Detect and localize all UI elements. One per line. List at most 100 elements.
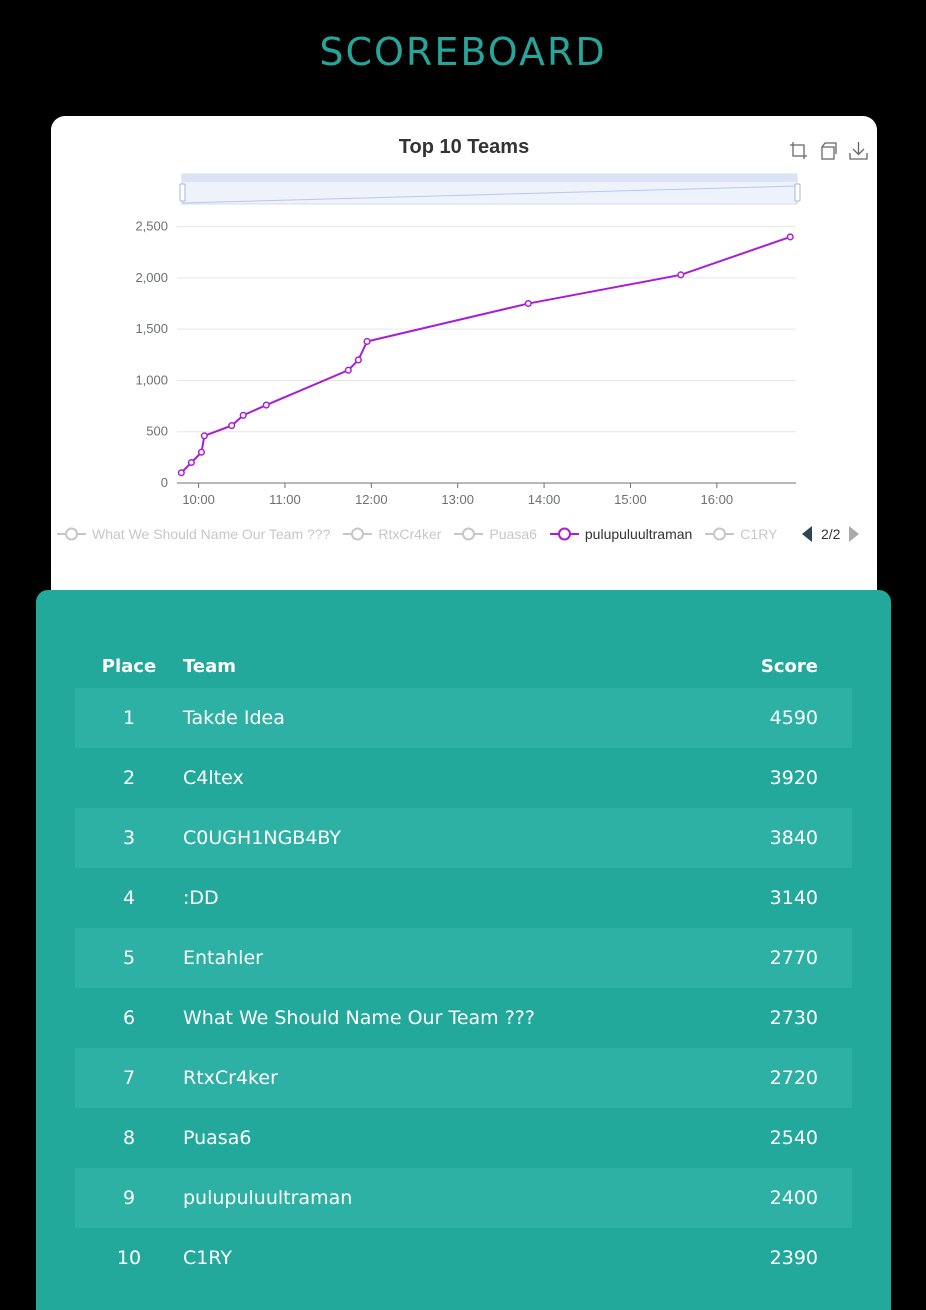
legend-pager: 2/2 bbox=[801, 522, 860, 546]
legend-item-pulupuluultraman[interactable]: pulupuluultraman bbox=[549, 526, 693, 542]
data-point bbox=[354, 356, 362, 364]
place-cell: 9 bbox=[122, 1187, 136, 1209]
score-cell: 2540 bbox=[769, 1127, 818, 1149]
score-cell: 2400 bbox=[769, 1187, 818, 1209]
pager-next-icon[interactable] bbox=[848, 525, 860, 543]
legend-item-what-we-should-name-our-team[interactable]: What We Should Name Our Team ??? bbox=[57, 526, 330, 542]
chart-legend: What We Should Name Our Team ??? RtxCr4k… bbox=[57, 522, 790, 546]
table-row: 3 C0UGH1NGB4BY 3840 bbox=[75, 808, 852, 868]
data-point bbox=[187, 458, 195, 467]
x-tick-label: 10:00 bbox=[182, 492, 215, 507]
legend-label: What We Should Name Our Team ??? bbox=[92, 526, 331, 542]
legend-label: pulupuluultraman bbox=[584, 526, 693, 542]
table-row: 10 C1RY 2390 bbox=[75, 1228, 852, 1288]
download-icon[interactable] bbox=[848, 140, 869, 161]
legend-label: Puasa6 bbox=[489, 526, 537, 542]
score-cell: 2770 bbox=[769, 947, 818, 969]
column-header-place: Place bbox=[101, 655, 157, 677]
legend-page-indicator: 2/2 bbox=[821, 526, 841, 542]
place-cell: 8 bbox=[122, 1127, 136, 1149]
x-tick-label: 12:00 bbox=[355, 492, 388, 507]
datazoom-left-handle bbox=[179, 183, 186, 202]
scoreboard-table: Place Team Score 1 Takde Idea 4590 2 C4ltex… bbox=[75, 644, 852, 1288]
place-cell: 1 bbox=[122, 707, 136, 729]
column-header-team: Team bbox=[183, 655, 236, 677]
table-row: 5 Entahler 2770 bbox=[75, 928, 852, 988]
legend-circle-icon bbox=[343, 527, 373, 541]
data-point bbox=[786, 233, 794, 241]
team-cell: RtxCr4ker bbox=[183, 1067, 278, 1089]
y-tick-label: 1,500 bbox=[135, 321, 168, 336]
x-tick-label: 15:00 bbox=[614, 492, 647, 507]
score-cell: 3920 bbox=[769, 767, 818, 789]
place-cell: 4 bbox=[122, 887, 136, 909]
data-point bbox=[197, 448, 206, 456]
team-cell: C0UGH1NGB4BY bbox=[183, 827, 342, 849]
team-cell: What We Should Name Our Team ??? bbox=[183, 1007, 535, 1029]
table-row: 9 pulupuluultraman 2400 bbox=[75, 1168, 852, 1228]
scoreboard-panel: Place Team Score 1 Takde Idea 4590 2 C4ltex… bbox=[36, 590, 891, 1310]
chart-toolbox bbox=[788, 140, 869, 161]
pager-prev-icon[interactable] bbox=[801, 525, 813, 543]
chart-card: 0 500 1,000 1,500 2,000 2,500 10:00 11:00 12:00 1… bbox=[51, 116, 877, 596]
data-point bbox=[262, 401, 270, 409]
team-cell: Puasa6 bbox=[183, 1127, 252, 1149]
legend-item-puasa6[interactable]: Puasa6 bbox=[454, 526, 537, 542]
y-tick-label: 1,000 bbox=[135, 372, 168, 387]
table-row: 7 RtxCr4ker 2720 bbox=[75, 1048, 852, 1108]
table-row: 1 Takde Idea 4590 bbox=[75, 688, 852, 748]
legend-circle-icon bbox=[57, 527, 86, 541]
reset-zoom-icon[interactable] bbox=[818, 140, 839, 161]
place-cell: 7 bbox=[122, 1067, 136, 1089]
datazoom-handle-bar bbox=[182, 174, 797, 182]
x-tick-label: 13:00 bbox=[441, 492, 474, 507]
score-cell: 4590 bbox=[769, 707, 818, 729]
team-cell: C1RY bbox=[183, 1247, 232, 1269]
y-tick-label: 2,500 bbox=[135, 219, 168, 234]
legend-item-rtxcr4ker[interactable]: RtxCr4ker bbox=[343, 526, 441, 542]
place-cell: 5 bbox=[122, 947, 136, 969]
datazoom-right-handle bbox=[794, 183, 801, 202]
data-point bbox=[677, 271, 685, 279]
table-row: 6 What We Should Name Our Team ??? 2730 bbox=[75, 988, 852, 1048]
line-chart: 0 500 1,000 1,500 2,000 2,500 10:00 11:00 12:00 1… bbox=[135, 173, 801, 507]
x-tick-label: 11:00 bbox=[269, 492, 301, 507]
x-tick-label: 16:00 bbox=[701, 492, 734, 507]
place-cell: 2 bbox=[122, 767, 136, 789]
score-cell: 2390 bbox=[769, 1247, 818, 1269]
score-cell: 2730 bbox=[769, 1007, 818, 1029]
data-point bbox=[344, 366, 352, 374]
y-tick-label: 2,000 bbox=[135, 270, 168, 285]
data-point bbox=[524, 299, 532, 308]
score-cell: 3840 bbox=[769, 827, 818, 849]
team-cell: Entahler bbox=[183, 947, 263, 969]
place-cell: 3 bbox=[122, 827, 136, 849]
zoom-icon[interactable] bbox=[788, 140, 809, 161]
place-cell: 6 bbox=[122, 1007, 136, 1029]
legend-label: RtxCr4ker bbox=[378, 526, 442, 542]
legend-item-c1ry[interactable]: C1RY bbox=[705, 526, 777, 542]
data-point bbox=[239, 411, 247, 419]
table-row: 4 :DD 3140 bbox=[75, 868, 852, 928]
legend-label: C1RY bbox=[740, 526, 778, 542]
series-line bbox=[180, 235, 791, 474]
column-header-score: Score bbox=[760, 655, 818, 677]
data-point bbox=[177, 469, 185, 477]
chart-title: Top 10 Teams bbox=[398, 136, 530, 158]
legend-circle-icon bbox=[454, 527, 484, 541]
y-tick-label: 500 bbox=[146, 424, 168, 439]
data-point bbox=[228, 422, 236, 430]
team-cell: C4ltex bbox=[183, 767, 244, 789]
data-point bbox=[363, 337, 371, 346]
team-cell: :DD bbox=[183, 887, 219, 909]
x-tick-label: 14:00 bbox=[528, 492, 561, 507]
y-tick-label: 0 bbox=[161, 475, 168, 490]
data-point bbox=[200, 432, 208, 440]
table-header-row: Place Team Score bbox=[75, 644, 852, 688]
team-cell: pulupuluultraman bbox=[183, 1187, 353, 1209]
table-row: 8 Puasa6 2540 bbox=[75, 1108, 852, 1168]
score-cell: 3140 bbox=[769, 887, 818, 909]
team-cell: Takde Idea bbox=[183, 707, 285, 729]
place-cell: 10 bbox=[116, 1247, 142, 1269]
page-title: SCOREBOARD bbox=[319, 30, 607, 74]
